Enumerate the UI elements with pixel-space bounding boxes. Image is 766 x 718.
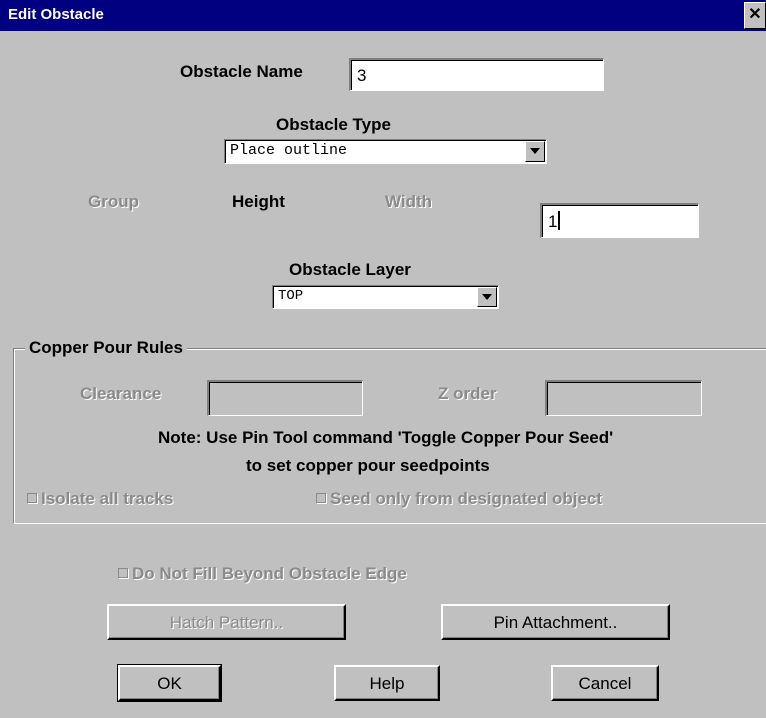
obstacle-type-select[interactable]: Place outline (224, 139, 547, 164)
zorder-input[interactable] (545, 380, 702, 416)
clearance-label: Clearance (80, 384, 162, 403)
pin-attachment-label: Pin Attachment.. (493, 613, 618, 632)
pin-attachment-button[interactable]: Pin Attachment.. (441, 604, 670, 640)
help-label: Help (369, 674, 405, 693)
title-bar: Edit Obstacle ✕ (0, 0, 766, 31)
width-input[interactable]: 1 (540, 203, 699, 238)
do-not-fill-checkbox[interactable]: Do Not Fill Beyond Obstacle Edge (118, 564, 407, 584)
chevron-down-icon[interactable] (477, 287, 497, 307)
checkbox-icon (118, 568, 128, 578)
text-cursor (558, 211, 561, 230)
window-title: Edit Obstacle (8, 6, 104, 23)
obstacle-type-label: Obstacle Type (276, 115, 391, 134)
checkbox-icon (27, 493, 37, 503)
width-value: 1 (548, 211, 561, 232)
do-not-fill-label: Do Not Fill Beyond Obstacle Edge (132, 564, 407, 583)
ok-button[interactable]: OK (117, 664, 222, 702)
obstacle-layer-value: TOP (278, 288, 304, 304)
obstacle-name-value: 3 (357, 66, 367, 85)
seed-only-label: Seed only from designated object (330, 489, 603, 508)
width-label: Width (385, 192, 433, 211)
group-label: Group (88, 192, 139, 211)
zorder-label: Z order (438, 384, 497, 403)
ok-label: OK (157, 674, 182, 693)
checkbox-icon (316, 493, 326, 503)
isolate-tracks-label: Isolate all tracks (41, 489, 174, 508)
obstacle-name-input[interactable]: 3 (349, 58, 604, 91)
note-line-1: Note: Use Pin Tool command 'Toggle Coppe… (158, 428, 614, 447)
height-label: Height (232, 192, 285, 211)
chevron-down-icon[interactable] (525, 141, 545, 162)
note-line-2: to set copper pour seedpoints (246, 456, 490, 475)
close-button[interactable]: ✕ (744, 2, 766, 29)
hatch-pattern-button[interactable]: Hatch Pattern.. (107, 604, 346, 640)
obstacle-layer-label: Obstacle Layer (289, 260, 411, 279)
hatch-pattern-label: Hatch Pattern.. (169, 613, 284, 632)
close-icon: ✕ (748, 6, 762, 23)
seed-only-checkbox[interactable]: Seed only from designated object (316, 489, 602, 509)
isolate-tracks-checkbox[interactable]: Isolate all tracks (27, 489, 173, 509)
cancel-button[interactable]: Cancel (551, 665, 659, 701)
help-button[interactable]: Help (334, 665, 440, 701)
obstacle-type-value: Place outline (230, 142, 348, 159)
obstacle-layer-select[interactable]: TOP (272, 285, 499, 309)
obstacle-name-label: Obstacle Name (180, 62, 303, 81)
cancel-label: Cancel (578, 674, 632, 693)
copper-pour-title: Copper Pour Rules (25, 338, 187, 358)
clearance-input[interactable] (207, 380, 363, 416)
